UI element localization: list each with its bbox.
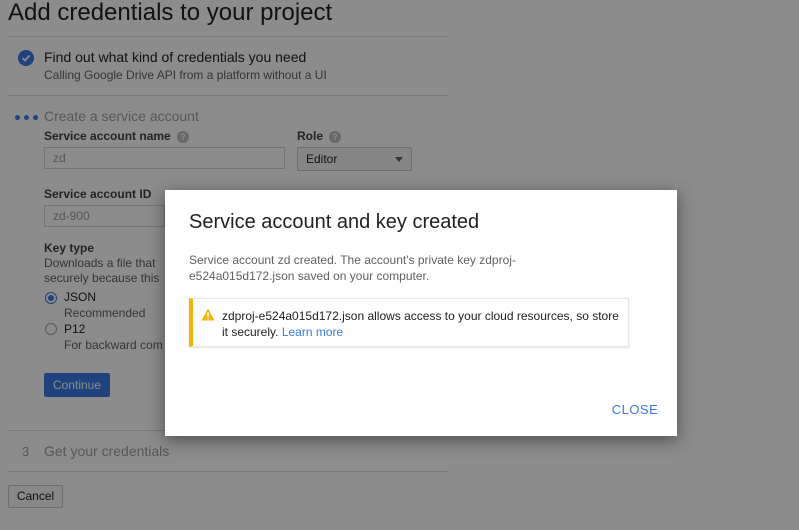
learn-more-link[interactable]: Learn more — [282, 325, 343, 339]
dialog-body: Service account zd created. The account'… — [189, 253, 516, 283]
dialog-title: Service account and key created — [189, 211, 480, 233]
warning-icon — [201, 308, 215, 326]
warning-notice: zdproj-e524a015d172.json allows access t… — [189, 298, 629, 347]
key-created-dialog: Service account and key created Service … — [165, 190, 677, 436]
close-button[interactable]: CLOSE — [607, 398, 663, 422]
warning-text: zdproj-e524a015d172.json allows access t… — [222, 308, 622, 340]
